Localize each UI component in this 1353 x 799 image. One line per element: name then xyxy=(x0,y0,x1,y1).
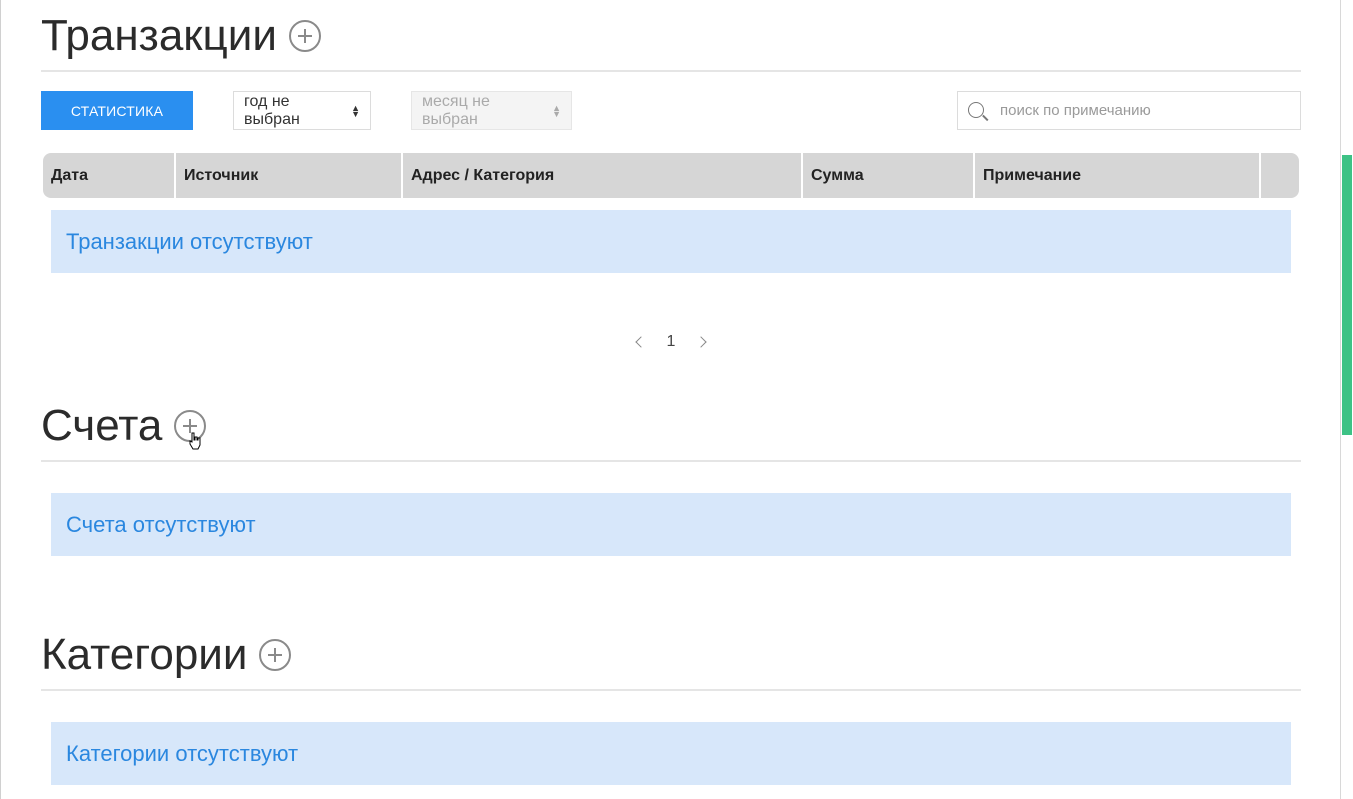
categories-header: Категории xyxy=(41,633,1301,691)
column-header-actions xyxy=(1261,153,1299,198)
add-category-button[interactable] xyxy=(259,639,292,671)
search-input[interactable] xyxy=(998,101,1292,120)
search-icon xyxy=(968,101,986,120)
window-left-border xyxy=(0,0,1,799)
column-header-date[interactable]: Дата xyxy=(43,153,176,198)
pagination: 1 xyxy=(631,330,711,354)
select-arrows-icon: ▲ ▼ xyxy=(552,102,561,119)
transactions-empty-message: Транзакции отсутствуют xyxy=(51,210,1291,273)
column-header-source[interactable]: Источник xyxy=(176,153,403,198)
categories-title: Категории xyxy=(41,630,248,679)
note-search[interactable] xyxy=(957,91,1301,130)
chevron-left-icon[interactable] xyxy=(635,336,647,348)
year-select[interactable]: год не выбран ▲ ▼ xyxy=(233,91,371,130)
accounts-empty-message: Счета отсутствуют xyxy=(51,493,1291,556)
transactions-header: Транзакции xyxy=(41,14,1301,72)
accounts-title: Счета xyxy=(41,401,163,450)
statistics-button[interactable]: Статистика xyxy=(41,91,193,130)
chevron-right-icon[interactable] xyxy=(695,336,707,348)
transactions-title: Транзакции xyxy=(41,11,277,60)
year-select-value: год не выбран xyxy=(244,92,300,128)
month-select-value: месяц не выбран xyxy=(422,92,490,128)
select-arrows-icon: ▲ ▼ xyxy=(351,102,360,119)
column-header-note[interactable]: Примечание xyxy=(975,153,1261,198)
add-transaction-button[interactable] xyxy=(288,20,321,52)
hand-cursor-icon xyxy=(189,432,201,450)
categories-empty-message: Категории отсутствуют xyxy=(51,722,1291,785)
page-number[interactable]: 1 xyxy=(667,333,676,351)
accounts-header: Счета xyxy=(41,404,1301,462)
column-header-address-category[interactable]: Адрес / Категория xyxy=(403,153,803,198)
month-select[interactable]: месяц не выбран ▲ ▼ xyxy=(411,91,572,130)
transactions-table-header: Дата Источник Адрес / Категория Сумма Пр… xyxy=(43,153,1299,198)
column-header-amount[interactable]: Сумма xyxy=(803,153,975,198)
scrollbar-thumb[interactable] xyxy=(1342,155,1352,435)
